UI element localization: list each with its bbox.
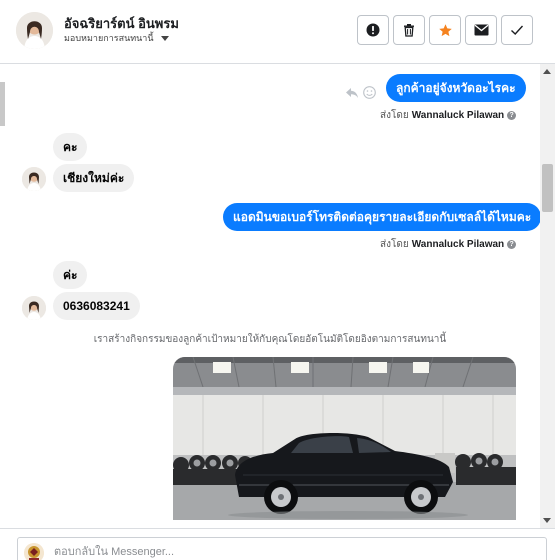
mark-unread-button[interactable] — [465, 15, 497, 45]
help-icon[interactable]: ? — [507, 240, 517, 249]
mark-spam-button[interactable] — [357, 15, 389, 45]
message-bubble-outgoing[interactable]: ลูกค้าอยู่จังหวัดอะไรคะ — [386, 74, 526, 102]
sender-name: Wannaluck Pilawan — [411, 110, 505, 121]
sent-by-label: ส่งโดย Wannaluck Pilawan ? — [380, 108, 517, 123]
emoji-reaction-icon[interactable] — [363, 86, 376, 99]
assign-label: มอบหมายการสนทนานี้ — [64, 33, 154, 43]
reply-input[interactable] — [17, 537, 547, 560]
message-bubble-incoming[interactable]: เชียงใหม่ค่ะ — [53, 164, 135, 192]
caret-down-icon — [160, 35, 169, 41]
left-panel-scrollbar-thumb[interactable] — [0, 82, 5, 126]
sent-by-prefix: ส่งโดย — [380, 239, 409, 250]
conversation-header: อัจฉริยาร์ตน์ อินพรม มอบหมายการสนทนานี้ — [0, 0, 555, 64]
message-text: คะ — [53, 133, 88, 161]
reply-composer — [0, 528, 555, 560]
system-notice: เราสร้างกิจกรรมของลูกค้าเป้าหมายให้กับคุ… — [93, 334, 447, 345]
contact-avatar[interactable] — [16, 12, 53, 49]
mark-done-button[interactable] — [501, 15, 533, 45]
message-text: 0636083241 — [53, 292, 140, 320]
star-icon — [438, 23, 452, 36]
reply-icon[interactable] — [345, 86, 359, 100]
message-bubble-incoming[interactable]: คะ — [53, 133, 88, 161]
sender-name: Wannaluck Pilawan — [411, 239, 505, 250]
thread-scrollbar[interactable] — [540, 64, 555, 528]
message-text: เชียงใหม่ค่ะ — [53, 164, 135, 192]
sent-by-prefix: ส่งโดย — [380, 110, 409, 121]
check-icon — [511, 25, 524, 35]
message-bubble-incoming[interactable]: 0636083241 — [53, 292, 140, 320]
exclamation-icon — [366, 23, 380, 37]
contact-avatar-small — [22, 296, 46, 320]
scroll-up-arrow-icon[interactable] — [543, 69, 551, 74]
message-text: แอดมินขอเบอร์โทรติดต่อคุยรายละเอียดกับเซ… — [223, 203, 540, 231]
star-button[interactable] — [429, 15, 461, 45]
trash-icon — [404, 24, 414, 37]
assign-conversation-dropdown[interactable]: มอบหมายการสนทนานี้ — [64, 31, 169, 45]
message-text: ลูกค้าอยู่จังหวัดอะไรคะ — [386, 74, 526, 102]
help-icon[interactable]: ? — [507, 111, 517, 120]
envelope-icon — [474, 24, 488, 36]
message-bubble-incoming[interactable]: ค่ะ — [53, 261, 88, 289]
scroll-down-arrow-icon[interactable] — [543, 518, 551, 523]
header-actions — [357, 15, 533, 45]
message-bubble-outgoing[interactable]: แอดมินขอเบอร์โทรติดต่อคุยรายละเอียดกับเซ… — [223, 203, 540, 231]
page-avatar — [24, 543, 44, 560]
message-thread[interactable]: ลูกค้าอยู่จังหวัดอะไรคะ ส่งโดย Wannaluck… — [0, 64, 540, 520]
scrollbar-thumb[interactable] — [542, 164, 553, 212]
photo-attachment[interactable] — [173, 357, 516, 520]
sent-by-label: ส่งโดย Wannaluck Pilawan ? — [380, 237, 517, 252]
contact-avatar-small — [22, 167, 46, 191]
delete-button[interactable] — [393, 15, 425, 45]
message-text: ค่ะ — [53, 261, 88, 289]
